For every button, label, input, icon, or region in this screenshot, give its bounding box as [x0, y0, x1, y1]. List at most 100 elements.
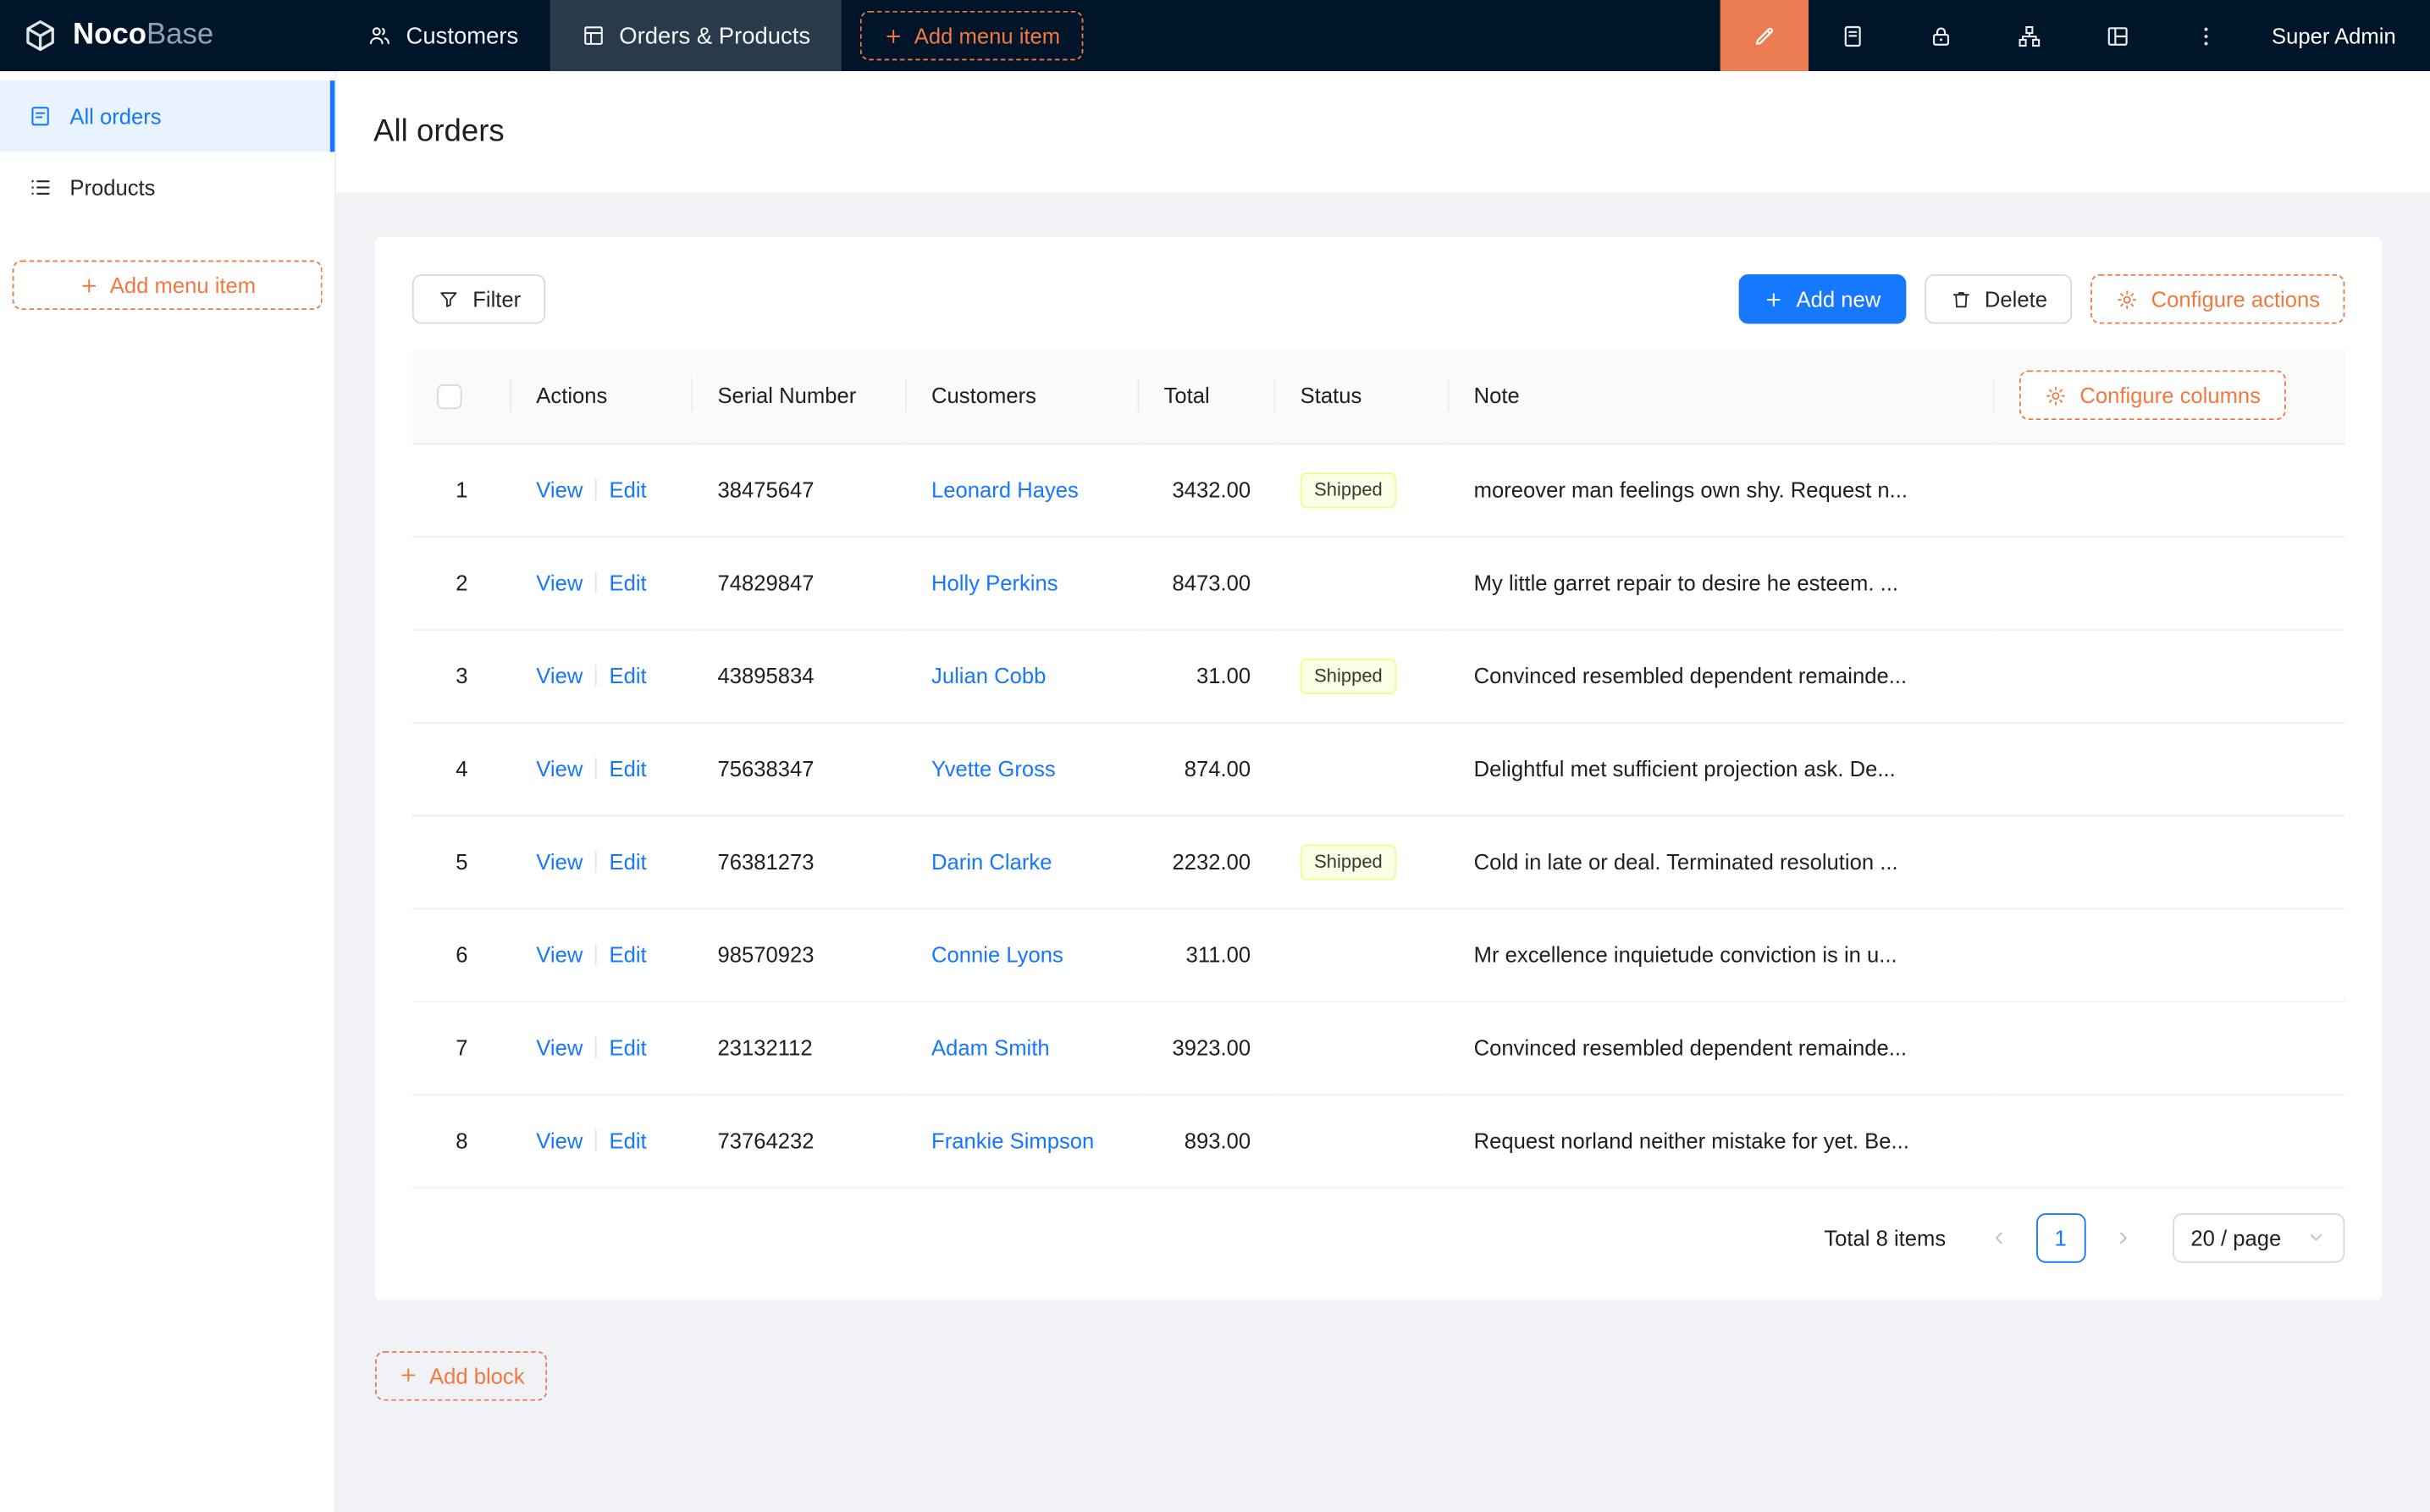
- table-row: 1 ViewEdit 38475647 Leonard Hayes 3432.0…: [412, 443, 2344, 536]
- edit-link[interactable]: Edit: [610, 663, 647, 687]
- pagination-next-button[interactable]: [2098, 1212, 2148, 1262]
- highlighter-icon: [1751, 23, 1777, 49]
- serial-number-cell: 74829847: [693, 536, 907, 629]
- configure-actions-label: Configure actions: [2151, 287, 2320, 312]
- table-row: 3 ViewEdit 43895834 Julian Cobb 31.00 Sh…: [412, 629, 2344, 722]
- customer-link[interactable]: Frankie Simpson: [931, 1128, 1094, 1153]
- serial-number-cell: 98570923: [693, 908, 907, 1002]
- nocobase-logo-icon: [22, 17, 59, 54]
- nav-tab-customers[interactable]: Customers: [336, 0, 550, 71]
- layout-icon: [2104, 23, 2130, 49]
- main-content: All orders Filter Add new: [336, 71, 2430, 1512]
- add-new-button[interactable]: Add new: [1739, 274, 1906, 324]
- notebook-button[interactable]: [1809, 0, 1897, 71]
- sidebar-item-products[interactable]: Products: [0, 152, 334, 223]
- view-link[interactable]: View: [536, 663, 583, 687]
- notebook-icon: [1839, 23, 1865, 49]
- pagination-prev-button[interactable]: [1974, 1212, 2024, 1262]
- view-link[interactable]: View: [536, 1035, 583, 1060]
- select-all-checkbox[interactable]: [437, 384, 461, 409]
- header-add-menu-item-button[interactable]: Add menu item: [860, 11, 1084, 61]
- view-link[interactable]: View: [536, 1128, 583, 1153]
- page-size-select[interactable]: 20 / page: [2172, 1212, 2344, 1262]
- edit-link[interactable]: Edit: [610, 571, 647, 595]
- customer-link[interactable]: Connie Lyons: [931, 942, 1063, 967]
- ui-editor-toggle-button[interactable]: [1720, 0, 1808, 71]
- add-block-button[interactable]: Add block: [375, 1350, 548, 1400]
- customer-link[interactable]: Julian Cobb: [931, 663, 1046, 687]
- table-row: 6 ViewEdit 98570923 Connie Lyons 311.00 …: [412, 908, 2344, 1002]
- serial-number-cell: 23132112: [693, 1001, 907, 1094]
- page-size-value: 20 / page: [2190, 1225, 2281, 1250]
- lock-button[interactable]: [1897, 0, 1985, 71]
- app-logo[interactable]: NocoBase: [0, 0, 336, 71]
- header-actions: Super Admin: [1720, 0, 2430, 71]
- column-header-total: Total: [1139, 349, 1275, 444]
- edit-link[interactable]: Edit: [610, 942, 647, 967]
- customer-link[interactable]: Holly Perkins: [931, 571, 1058, 595]
- customer-link[interactable]: Yvette Gross: [931, 756, 1056, 781]
- note-cell: Request norland neither mistake for yet.…: [1449, 1094, 1994, 1187]
- content-area: Filter Add new Delete: [336, 192, 2430, 1512]
- chevron-down-icon: [2306, 1228, 2327, 1248]
- edit-link[interactable]: Edit: [610, 849, 647, 874]
- add-block-label: Add block: [429, 1363, 525, 1388]
- nav-tab-orders-products[interactable]: Orders & Products: [550, 0, 842, 71]
- view-link[interactable]: View: [536, 942, 583, 967]
- top-header: NocoBase Customers Orders & Products Add…: [0, 0, 2430, 71]
- toolbar-actions: Add new Delete Configure actions: [1739, 274, 2344, 324]
- serial-number-cell: 73764232: [693, 1094, 907, 1187]
- configure-columns-button[interactable]: Configure columns: [2019, 371, 2285, 421]
- sidebar-item-label: Products: [69, 175, 155, 200]
- orders-table: Actions Serial Number Customers Total St…: [412, 349, 2344, 1188]
- sidebar-item-all-orders[interactable]: All orders: [0, 80, 334, 152]
- total-cell: 3923.00: [1139, 1001, 1275, 1094]
- link-divider: [595, 665, 597, 687]
- logo-text-secondary: Base: [146, 19, 213, 51]
- customer-link[interactable]: Darin Clarke: [931, 849, 1052, 874]
- table-icon: [581, 23, 605, 47]
- row-index: 3: [456, 663, 467, 687]
- pagination-page-1[interactable]: 1: [2035, 1212, 2085, 1262]
- table-toolbar: Filter Add new Delete: [412, 274, 2344, 324]
- row-index: 1: [456, 477, 467, 502]
- link-divider: [595, 851, 597, 873]
- customer-link[interactable]: Leonard Hayes: [931, 477, 1079, 502]
- edit-link[interactable]: Edit: [610, 1035, 647, 1060]
- form-icon: [28, 104, 52, 129]
- sidebar-add-menu-item-button[interactable]: Add menu item: [13, 261, 323, 311]
- view-link[interactable]: View: [536, 756, 583, 781]
- view-link[interactable]: View: [536, 571, 583, 595]
- total-cell: 31.00: [1139, 629, 1275, 722]
- edit-link[interactable]: Edit: [610, 1128, 647, 1153]
- view-link[interactable]: View: [536, 849, 583, 874]
- plus-icon: [1764, 289, 1784, 309]
- filter-button[interactable]: Filter: [412, 274, 546, 324]
- column-header-status: Status: [1275, 349, 1449, 444]
- edit-link[interactable]: Edit: [610, 477, 647, 502]
- pagination-total: Total 8 items: [1824, 1225, 1946, 1250]
- edit-link[interactable]: Edit: [610, 756, 647, 781]
- user-menu[interactable]: Super Admin: [2250, 0, 2430, 71]
- sidebar-item-label: All orders: [69, 104, 161, 129]
- column-header-note: Note: [1449, 349, 1994, 444]
- total-cell: 2232.00: [1139, 815, 1275, 908]
- note-cell: Convinced resembled dependent remainde..…: [1449, 629, 1994, 722]
- note-cell: Convinced resembled dependent remainde..…: [1449, 1001, 1994, 1094]
- api-button[interactable]: [1985, 0, 2073, 71]
- row-index: 8: [456, 1128, 467, 1153]
- view-link[interactable]: View: [536, 477, 583, 502]
- delete-button[interactable]: Delete: [1925, 274, 2073, 324]
- layout-button[interactable]: [2074, 0, 2162, 71]
- filter-button-label: Filter: [472, 287, 521, 312]
- serial-number-cell: 75638347: [693, 722, 907, 815]
- serial-number-cell: 43895834: [693, 629, 907, 722]
- more-button[interactable]: [2162, 0, 2250, 71]
- note-cell: Mr excellence inquietude conviction is i…: [1449, 908, 1994, 1002]
- lock-icon: [1928, 23, 1954, 49]
- customer-link[interactable]: Adam Smith: [931, 1035, 1050, 1060]
- table-row: 5 ViewEdit 76381273 Darin Clarke 2232.00…: [412, 815, 2344, 908]
- configure-actions-button[interactable]: Configure actions: [2090, 274, 2344, 324]
- column-header-serial-number: Serial Number: [693, 349, 907, 444]
- column-header-customers: Customers: [907, 349, 1140, 444]
